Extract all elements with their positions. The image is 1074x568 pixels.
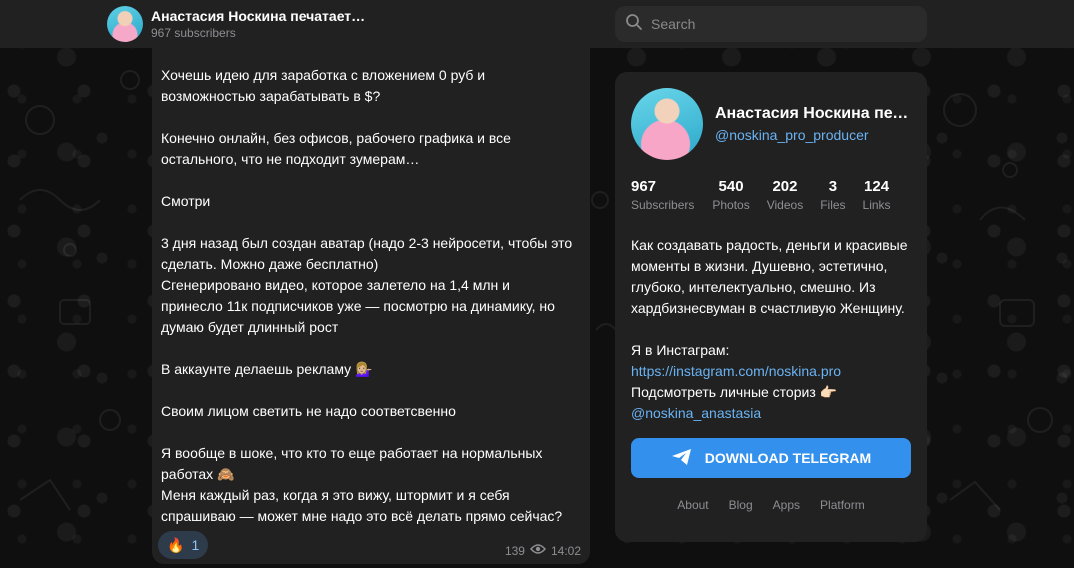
subscriber-count: 967 subscribers <box>151 26 236 40</box>
download-telegram-button[interactable]: DOWNLOAD TELEGRAM <box>631 438 911 478</box>
search-icon <box>625 13 643 36</box>
stat-value: 202 <box>772 178 798 195</box>
channel-header[interactable]: Анастасия Носкина печатает… 967 subscrib… <box>107 6 365 42</box>
profile-description: Как создавать радость, деньги и красивые… <box>631 235 911 424</box>
message-time: 14:02 <box>550 543 581 558</box>
stat-value: 540 <box>718 178 744 195</box>
profile-name: Анастасия Носкина печ… <box>715 105 911 122</box>
stat-photos[interactable]: 540 Photos <box>712 178 749 213</box>
stat-files[interactable]: 3 Files <box>820 178 845 213</box>
fire-reaction-icon: 🔥 <box>167 536 185 553</box>
stat-label: Files <box>820 198 846 212</box>
stat-videos[interactable]: 202 Videos <box>767 178 803 213</box>
reaction-chip[interactable]: 🔥 1 <box>158 531 209 559</box>
stat-value: 3 <box>828 178 838 195</box>
stories-link[interactable]: @noskina_anastasia <box>631 405 761 421</box>
description-text: Как создавать радость, деньги и красивые… <box>631 237 908 316</box>
message-text: Хочешь идею для заработка с вложением 0 … <box>161 67 573 524</box>
instagram-label: Я в Инстаграм: <box>631 342 730 358</box>
footer-blog-link[interactable]: Blog <box>729 498 753 512</box>
telegram-plane-icon <box>671 448 693 469</box>
stat-links[interactable]: 124 Links <box>863 178 891 213</box>
stat-label: Videos <box>766 198 804 212</box>
footer-links: About Blog Apps Platform <box>631 498 911 512</box>
instagram-link[interactable]: https://instagram.com/noskina.pro <box>631 363 841 379</box>
profile-avatar[interactable] <box>631 88 703 160</box>
view-count: 139 <box>504 543 525 558</box>
channel-title: Анастасия Носкина печатает… <box>151 8 366 24</box>
profile-header: Анастасия Носкина печ… @noskina_pro_prod… <box>631 88 911 160</box>
footer-platform-link[interactable]: Platform <box>820 498 865 512</box>
profile-stats: 967 Subscribers 540 Photos 202 Videos 3 … <box>631 178 911 213</box>
stat-label: Subscribers <box>631 198 695 212</box>
eye-icon <box>529 543 546 558</box>
profile-card: Анастасия Носкина печ… @noskina_pro_prod… <box>615 72 927 542</box>
footer-apps-link[interactable]: Apps <box>773 498 800 512</box>
download-label: DOWNLOAD TELEGRAM <box>704 450 872 466</box>
stat-label: Photos <box>712 198 750 212</box>
top-bar: Анастасия Носкина печатает… 967 subscrib… <box>0 0 1074 48</box>
stories-label: Подсмотреть личные сториз 👉🏻 <box>631 384 838 400</box>
channel-avatar[interactable] <box>107 6 143 42</box>
profile-username[interactable]: @noskina_pro_producer <box>715 127 911 143</box>
stat-value: 124 <box>864 178 890 195</box>
stat-subscribers: 967 Subscribers <box>631 178 694 213</box>
stat-value: 967 <box>631 178 657 195</box>
search-input[interactable] <box>651 16 911 32</box>
reaction-count: 1 <box>191 537 200 553</box>
search-box[interactable] <box>615 6 927 42</box>
stat-label: Links <box>862 198 891 212</box>
footer-about-link[interactable]: About <box>677 498 708 512</box>
message-bubble: Хочешь идею для заработка с вложением 0 … <box>152 48 590 564</box>
message-meta: 139 14:02 <box>505 543 581 558</box>
